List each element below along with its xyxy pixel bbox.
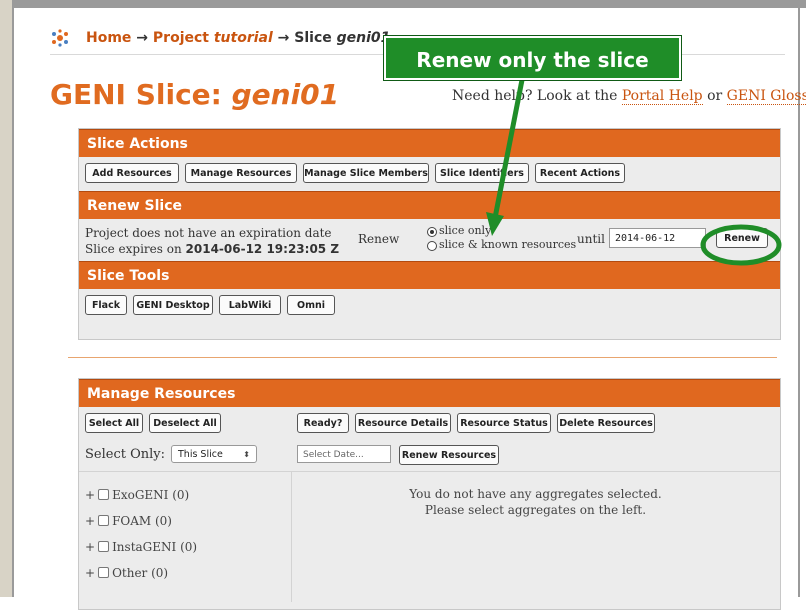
callout-arrow-shaft	[492, 79, 525, 219]
renew-button-highlight-ring	[700, 224, 782, 266]
annotation-overlay	[486, 79, 782, 266]
callout-arrow-head	[486, 212, 504, 236]
renew-only-slice-callout: Renew only the slice	[384, 36, 681, 80]
